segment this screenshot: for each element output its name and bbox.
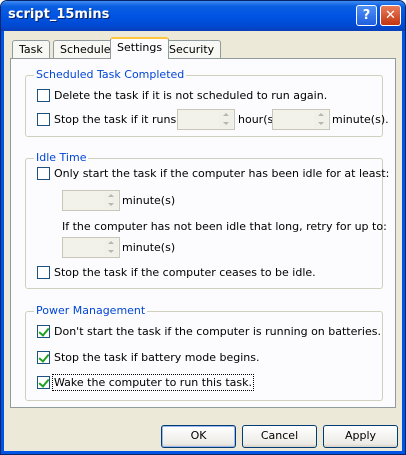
minutes-unit-label: minute(s). bbox=[332, 113, 389, 126]
wake-computer-label: Wake the computer to run this task. bbox=[52, 374, 254, 391]
tab-security[interactable]: Security bbox=[162, 40, 222, 58]
tab-schedule[interactable]: Schedule bbox=[53, 40, 118, 58]
idle-minutes-spinner[interactable] bbox=[62, 190, 120, 211]
no-battery-checkbox[interactable] bbox=[37, 325, 50, 338]
window-title: script_15mins bbox=[8, 7, 110, 22]
spinner-arrows-icon[interactable] bbox=[219, 111, 233, 128]
dialog-window: script_15mins ? ✕ Task Schedule Settings… bbox=[0, 0, 406, 455]
power-legend: Power Management bbox=[34, 304, 148, 317]
cancel-button[interactable]: Cancel bbox=[242, 425, 317, 448]
title-bar[interactable]: script_15mins ? ✕ bbox=[1, 1, 405, 31]
tab-settings[interactable]: Settings bbox=[110, 37, 170, 59]
scheduled-legend: Scheduled Task Completed bbox=[34, 68, 187, 81]
stop-task-checkbox[interactable] bbox=[37, 113, 50, 126]
apply-button[interactable]: Apply bbox=[323, 425, 398, 448]
close-button[interactable]: ✕ bbox=[380, 5, 401, 26]
idle-minutes-unit: minute(s) bbox=[122, 194, 176, 207]
delete-task-label: Delete the task if it is not scheduled t… bbox=[54, 89, 328, 102]
spinner-arrows-icon[interactable] bbox=[104, 192, 118, 209]
retry-minutes-unit: minute(s) bbox=[122, 241, 176, 254]
stop-idle-checkbox[interactable] bbox=[37, 266, 50, 279]
ok-button[interactable]: OK bbox=[161, 425, 236, 448]
delete-task-checkbox[interactable] bbox=[37, 89, 50, 102]
minutes-spinner[interactable] bbox=[272, 109, 330, 130]
spinner-arrows-icon[interactable] bbox=[314, 111, 328, 128]
stop-battery-checkbox[interactable] bbox=[37, 351, 50, 364]
retry-minutes-spinner[interactable] bbox=[62, 237, 120, 258]
retry-text: If the computer has not been idle that l… bbox=[62, 220, 387, 233]
stop-idle-label: Stop the task if the computer ceases to … bbox=[54, 266, 316, 279]
no-battery-label: Don't start the task if the computer is … bbox=[54, 325, 381, 338]
hours-spinner[interactable] bbox=[177, 109, 235, 130]
wake-computer-checkbox[interactable] bbox=[37, 376, 50, 389]
only-start-idle-checkbox[interactable] bbox=[37, 167, 50, 180]
only-start-idle-label: Only start the task if the computer has … bbox=[54, 167, 390, 180]
stop-battery-label: Stop the task if battery mode begins. bbox=[54, 351, 260, 364]
idle-legend: Idle Time bbox=[34, 151, 89, 164]
tab-task[interactable]: Task bbox=[12, 40, 50, 58]
help-button[interactable]: ? bbox=[356, 5, 377, 26]
spinner-arrows-icon[interactable] bbox=[104, 239, 118, 256]
